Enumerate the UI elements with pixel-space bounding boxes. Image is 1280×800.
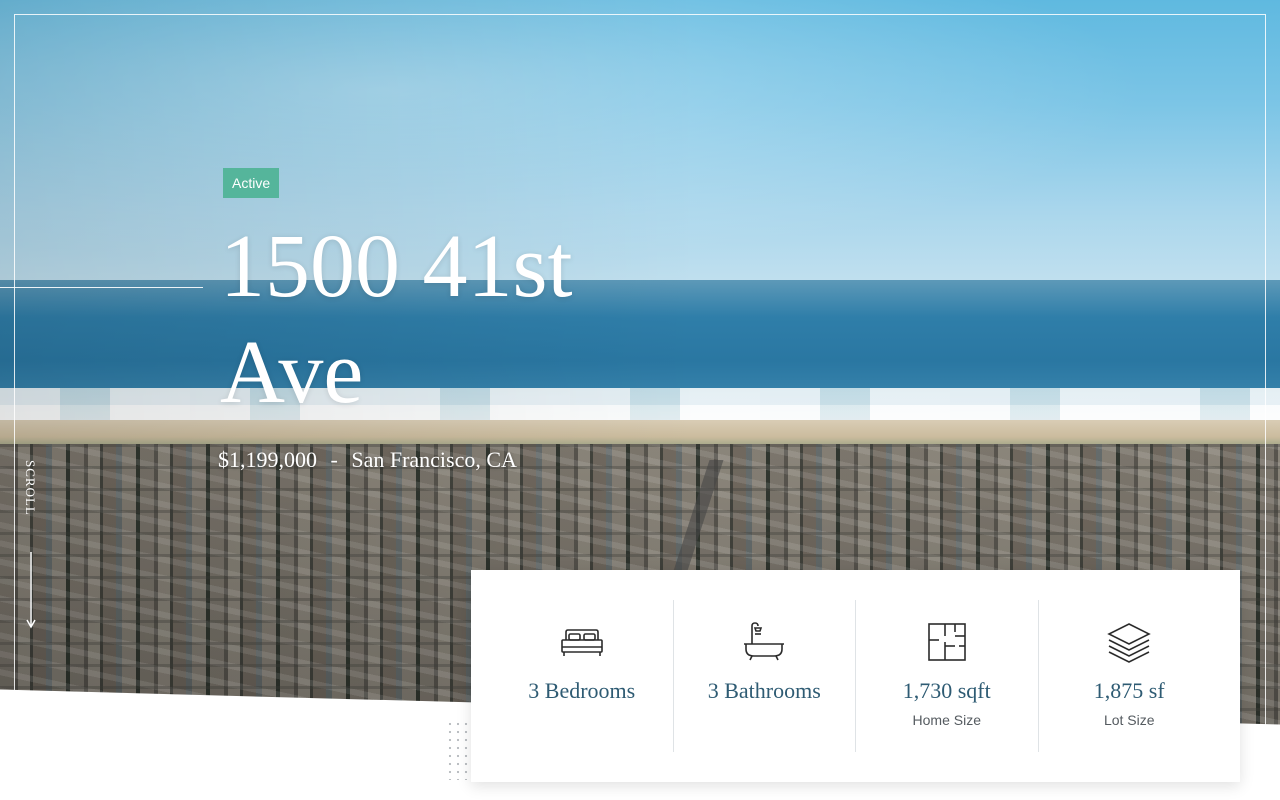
price-location: $1,199,000 - San Francisco, CA xyxy=(218,447,517,473)
stat-value: 3 Bathrooms xyxy=(707,678,821,703)
arrow-down-icon[interactable] xyxy=(24,552,38,630)
floor-plan-icon xyxy=(927,623,966,661)
stat-value: 1,875 sf xyxy=(1093,678,1165,703)
bed-icon xyxy=(560,629,603,656)
stat-label: Home Size xyxy=(912,712,981,728)
stat-lot-size: 1,875 sf Lot Size xyxy=(1039,600,1221,752)
stat-label: Lot Size xyxy=(1103,712,1155,728)
bathtub-icon xyxy=(744,622,785,661)
stat-value: 1,730 sqft xyxy=(902,678,991,703)
status-badge: Active xyxy=(223,168,280,198)
dot-pattern xyxy=(446,720,472,780)
listing-location: San Francisco, CA xyxy=(351,447,517,472)
stat-bathrooms: 3 Bathrooms xyxy=(674,600,856,752)
stat-value: 3 Bedrooms xyxy=(528,678,636,703)
accent-line xyxy=(0,287,203,288)
listing-price: $1,199,000 xyxy=(218,447,317,472)
stat-home-size: 1,730 sqft Home Size xyxy=(856,600,1039,752)
layers-icon xyxy=(1107,623,1152,663)
address-line-2: Ave xyxy=(220,323,364,422)
listing-address: 1500 41st Ave xyxy=(220,214,740,426)
address-line-1: 1500 41st xyxy=(220,217,573,316)
stat-bedrooms: 3 Bedrooms xyxy=(491,600,674,752)
separator: - xyxy=(330,447,338,472)
scroll-label[interactable]: SCROLL xyxy=(22,460,38,516)
stats-card: 3 Bedrooms 3 Bathrooms 1,730 sqft Home S… xyxy=(471,570,1240,782)
